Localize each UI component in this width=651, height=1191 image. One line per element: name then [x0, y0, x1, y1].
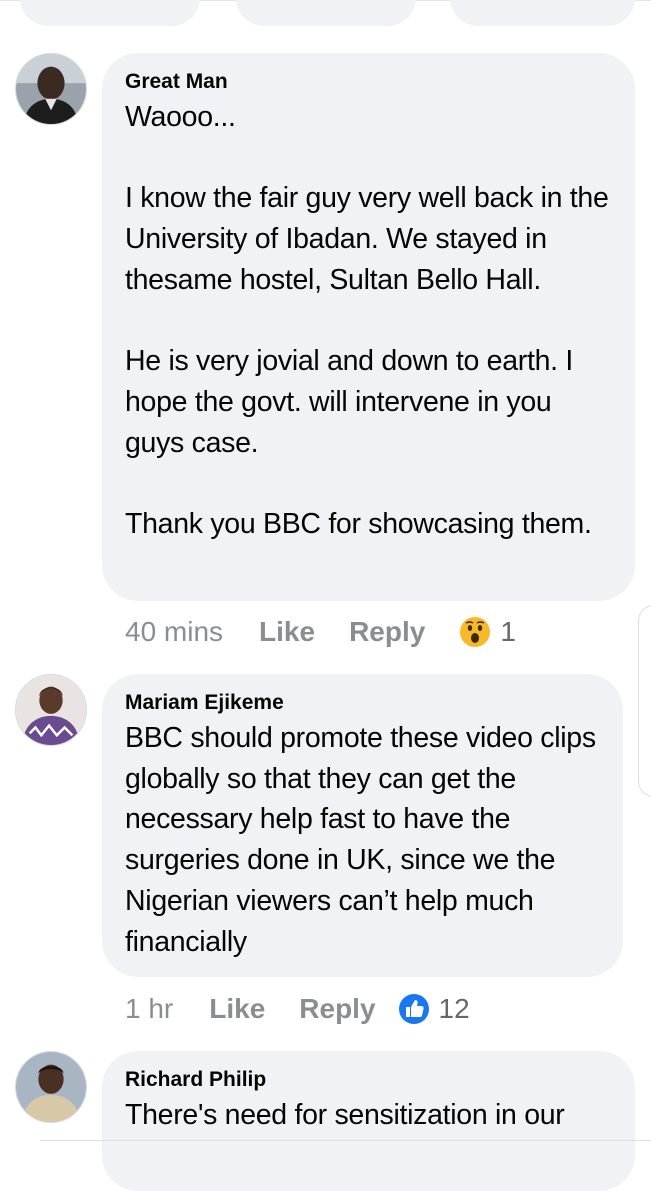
like-button[interactable]: Like — [259, 616, 315, 648]
comment-timestamp[interactable]: 40 mins — [125, 616, 223, 648]
comment-text: BBC should promote these video clips glo… — [125, 722, 604, 958]
previous-action-pill[interactable] — [20, 0, 200, 26]
comment-text: There's need for sensitization in our — [125, 1099, 565, 1131]
comment-author[interactable]: Richard Philip — [125, 1067, 613, 1093]
previous-action-pill[interactable] — [236, 0, 416, 26]
reply-button[interactable]: Reply — [349, 616, 425, 648]
avatar-image — [16, 1052, 86, 1122]
comment-bubble[interactable]: Great Man Waooo... I know the fair guy v… — [102, 53, 635, 601]
previous-action-pill[interactable] — [450, 0, 635, 26]
scroll-handle[interactable] — [638, 605, 651, 797]
comment-timestamp[interactable]: 1 hr — [125, 993, 173, 1025]
avatar-image — [16, 54, 86, 124]
bottom-divider — [40, 1140, 651, 1141]
like-reaction-icon[interactable] — [398, 993, 430, 1025]
comment-text: Waooo... I know the fair guy very well b… — [125, 101, 609, 541]
wow-reaction-icon[interactable] — [459, 616, 491, 648]
comment-bubble[interactable]: Mariam Ejikeme BBC should promote these … — [102, 674, 623, 977]
comment-actions: 1 hr Like Reply 12 — [125, 989, 470, 1029]
reaction-count[interactable]: 1 — [500, 616, 516, 648]
comment-author[interactable]: Great Man — [125, 69, 613, 95]
avatar-mariam-ejikeme[interactable] — [15, 674, 87, 746]
avatar-great-man[interactable] — [15, 53, 87, 125]
avatar-richard-philip[interactable] — [15, 1051, 87, 1123]
comment-author[interactable]: Mariam Ejikeme — [125, 690, 601, 716]
reaction-count[interactable]: 12 — [439, 993, 470, 1025]
comment-bubble[interactable]: Richard Philip There's need for sensitiz… — [102, 1051, 635, 1191]
like-button[interactable]: Like — [209, 993, 265, 1025]
avatar-image — [16, 675, 86, 745]
comment-actions: 40 mins Like Reply 1 — [125, 612, 516, 652]
reply-button[interactable]: Reply — [299, 993, 375, 1025]
